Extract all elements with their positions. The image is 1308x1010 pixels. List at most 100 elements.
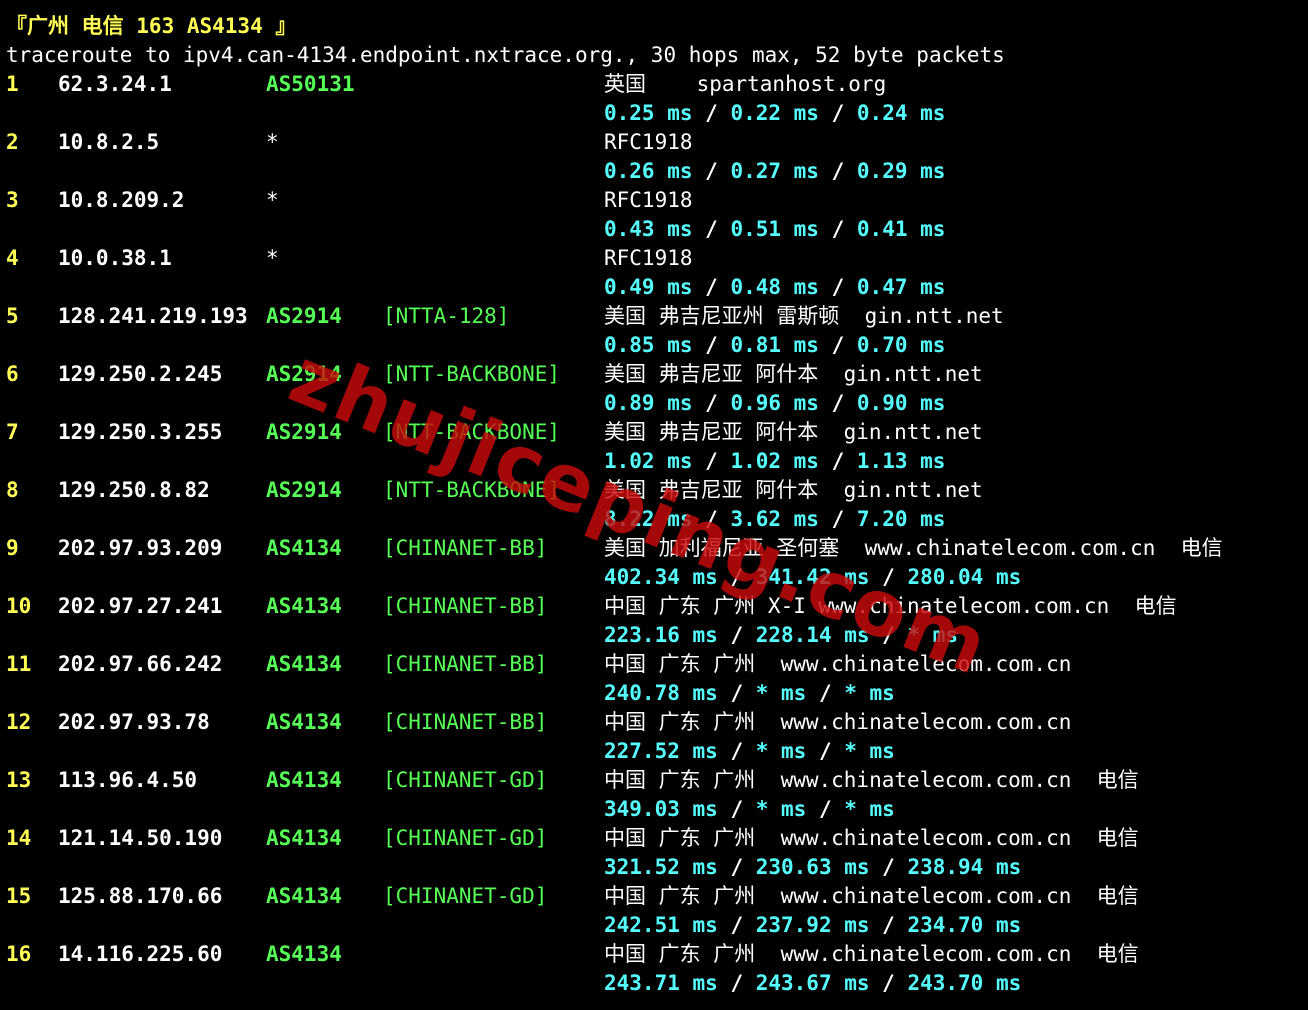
latency-value: 230.63 ms bbox=[755, 855, 870, 879]
latency-separator: / bbox=[818, 275, 857, 299]
hop-latency-row: 240.78 ms / * ms / * ms bbox=[6, 679, 1306, 708]
hop-ip: 10.8.209.2 bbox=[58, 188, 185, 212]
hop-latency: 243.71 ms / 243.67 ms / 243.70 ms bbox=[604, 969, 1021, 998]
hop-geo: 美国 弗吉尼亚 阿什本 gin.ntt.net bbox=[604, 420, 983, 444]
latency-value: 0.51 ms bbox=[730, 217, 819, 241]
hop-asn: AS4134 bbox=[266, 826, 342, 850]
hop-asn: * bbox=[266, 246, 279, 270]
latency-value: 223.16 ms bbox=[604, 623, 718, 647]
latency-value: 0.47 ms bbox=[856, 275, 946, 299]
hop-number: 12 bbox=[6, 710, 32, 734]
latency-value: 1.02 ms bbox=[604, 449, 693, 473]
latency-value: 228.14 ms bbox=[755, 623, 870, 647]
latency-value: 0.41 ms bbox=[856, 217, 946, 241]
latency-separator: / bbox=[818, 101, 857, 125]
hop-latency: 0.26 ms / 0.27 ms / 0.29 ms bbox=[604, 157, 945, 186]
hop-geo: 中国 广东 广州 www.chinatelecom.com.cn 电信 bbox=[604, 768, 1139, 792]
latency-separator: / bbox=[806, 681, 845, 705]
hop-netname: [CHINANET-BB] bbox=[383, 652, 548, 676]
latency-value: 243.67 ms bbox=[755, 971, 870, 995]
hop-latency-row: 321.52 ms / 230.63 ms / 238.94 ms bbox=[6, 853, 1306, 882]
latency-value: 0.96 ms bbox=[730, 391, 819, 415]
hop-latency: 349.03 ms / * ms / * ms bbox=[604, 795, 895, 824]
latency-separator: / bbox=[717, 565, 756, 589]
hop-row: 3 10.8.209.2 * RFC1918 bbox=[6, 186, 1306, 215]
latency-separator: / bbox=[692, 507, 731, 531]
latency-value: 1.02 ms bbox=[730, 449, 819, 473]
hop-asn: * bbox=[266, 188, 279, 212]
hop-geo: 中国 广东 广州 www.chinatelecom.com.cn bbox=[604, 710, 1072, 734]
hop-number: 15 bbox=[6, 884, 32, 908]
latency-value: 240.78 ms bbox=[604, 681, 718, 705]
hop-netname: [NTT-BACKBONE] bbox=[383, 478, 561, 502]
latency-separator: / bbox=[692, 449, 731, 473]
hop-number: 7 bbox=[6, 420, 19, 444]
latency-value: * ms bbox=[907, 623, 959, 647]
hop-netname: [CHINANET-BB] bbox=[383, 710, 548, 734]
hop-geo: 美国 加利福尼亚 圣何塞 www.chinatelecom.com.cn 电信 bbox=[604, 536, 1223, 560]
hop-row: 10 202.97.27.241 AS4134 [CHINANET-BB] 中国 广东 … bbox=[6, 592, 1306, 621]
hop-asn: * bbox=[266, 130, 279, 154]
hop-latency: 1.02 ms / 1.02 ms / 1.13 ms bbox=[604, 447, 945, 476]
hop-netname: [CHINANET-GD] bbox=[383, 768, 548, 792]
hop-geo: 中国 广东 广州 X-I www.chinatelecom.com.cn 电信 bbox=[604, 594, 1177, 618]
hop-row: 6 129.250.2.245 AS2914 [NTT-BACKBONE] 美国 弗吉尼… bbox=[6, 360, 1306, 389]
latency-separator: / bbox=[818, 159, 857, 183]
hop-number: 4 bbox=[6, 246, 19, 270]
hop-row: 11 202.97.66.242 AS4134 [CHINANET-BB] 中国 广东 … bbox=[6, 650, 1306, 679]
hop-asn: AS50131 bbox=[266, 72, 355, 96]
latency-value: * ms bbox=[755, 797, 807, 821]
latency-separator: / bbox=[692, 217, 731, 241]
hop-asn: AS4134 bbox=[266, 768, 342, 792]
latency-value: 1.13 ms bbox=[856, 449, 946, 473]
latency-value: 349.03 ms bbox=[604, 797, 718, 821]
hop-row: 15 125.88.170.66 AS4134 [CHINANET-GD] 中国 广东 … bbox=[6, 882, 1306, 911]
hop-latency-row: 349.03 ms / * ms / * ms bbox=[6, 795, 1306, 824]
latency-value: * ms bbox=[844, 681, 895, 705]
latency-value: 0.29 ms bbox=[856, 159, 946, 183]
hop-latency-row: 0.25 ms / 0.22 ms / 0.24 ms bbox=[6, 99, 1306, 128]
latency-value: * ms bbox=[755, 739, 807, 763]
latency-separator: / bbox=[818, 449, 857, 473]
hop-ip: 125.88.170.66 bbox=[58, 884, 223, 908]
hop-number: 1 bbox=[6, 72, 19, 96]
hop-geo: 中国 广东 广州 www.chinatelecom.com.cn 电信 bbox=[604, 884, 1139, 908]
hop-ip: 128.241.219.193 bbox=[58, 304, 248, 328]
latency-value: 0.48 ms bbox=[730, 275, 819, 299]
latency-value: 8.22 ms bbox=[604, 507, 693, 531]
latency-value: 0.22 ms bbox=[730, 101, 819, 125]
terminal-output[interactable]: 『广州 电信 163 AS4134 』 traceroute to ipv4.c… bbox=[6, 12, 1306, 998]
latency-value: 280.04 ms bbox=[907, 565, 1022, 589]
hop-number: 10 bbox=[6, 594, 32, 618]
latency-value: 0.24 ms bbox=[856, 101, 946, 125]
latency-value: 243.71 ms bbox=[604, 971, 718, 995]
hop-latency-row: 227.52 ms / * ms / * ms bbox=[6, 737, 1306, 766]
hop-ip: 129.250.2.245 bbox=[58, 362, 223, 386]
traceroute-command: traceroute to ipv4.can-4134.endpoint.nxt… bbox=[6, 43, 1005, 67]
latency-separator: / bbox=[806, 739, 845, 763]
latency-separator: / bbox=[869, 855, 908, 879]
hop-number: 2 bbox=[6, 130, 19, 154]
latency-separator: / bbox=[869, 913, 908, 937]
latency-separator: / bbox=[818, 507, 857, 531]
hop-geo: RFC1918 bbox=[604, 130, 693, 154]
latency-value: * ms bbox=[844, 797, 895, 821]
hop-netname: [CHINANET-BB] bbox=[383, 594, 548, 618]
latency-separator: / bbox=[869, 565, 908, 589]
hop-number: 5 bbox=[6, 304, 19, 328]
hop-number: 9 bbox=[6, 536, 19, 560]
hop-latency-row: 0.49 ms / 0.48 ms / 0.47 ms bbox=[6, 273, 1306, 302]
hop-asn: AS2914 bbox=[266, 304, 342, 328]
latency-separator: / bbox=[869, 971, 908, 995]
latency-separator: / bbox=[692, 101, 731, 125]
latency-value: 242.51 ms bbox=[604, 913, 718, 937]
hop-latency: 223.16 ms / 228.14 ms / * ms bbox=[604, 621, 958, 650]
latency-value: 0.49 ms bbox=[604, 275, 693, 299]
latency-value: 0.85 ms bbox=[604, 333, 693, 357]
latency-separator: / bbox=[692, 159, 731, 183]
hop-ip: 14.116.225.60 bbox=[58, 942, 223, 966]
latency-separator: / bbox=[806, 797, 845, 821]
hop-asn: AS2914 bbox=[266, 478, 342, 502]
latency-value: * ms bbox=[844, 739, 895, 763]
hop-latency: 0.25 ms / 0.22 ms / 0.24 ms bbox=[604, 99, 945, 128]
